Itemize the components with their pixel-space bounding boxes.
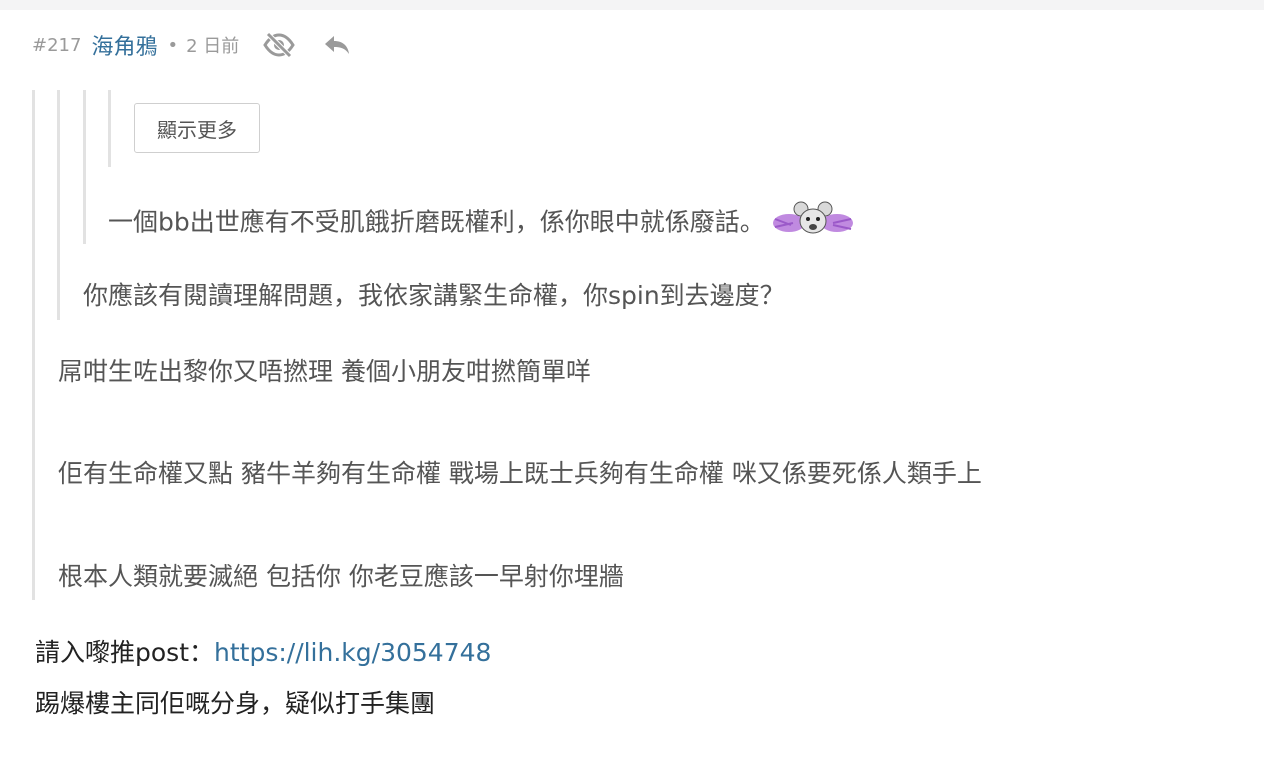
quote-border-level3: [83, 90, 86, 244]
post-header: #217 海角鴉 • 2 日前: [32, 28, 351, 62]
eye-slash-icon[interactable]: [263, 32, 296, 58]
top-strip: [0, 0, 1264, 10]
quote-level1-line-1: 屌咁生咗出黎你又唔撚理 養個小朋友咁撚簡單咩: [58, 357, 591, 386]
quote-level3-text: 一個bb出世應有不受肌餓折磨既權利，係你眼中就係廢話。: [108, 199, 855, 248]
quote-border-level4: [108, 90, 111, 167]
post-link[interactable]: https://lih.kg/3054748: [214, 638, 491, 667]
reply-icon[interactable]: [323, 33, 351, 57]
mouse-sticker-icon: [771, 199, 855, 248]
quote-level1-line-2: 佢有生命權又點 豬牛羊夠有生命權 戰場上既士兵夠有生命權 咪又係要死係人類手上: [58, 459, 982, 488]
quote-level2-text: 你應該有閱讀理解問題，我依家講緊生命權，你spin到去邊度？: [83, 281, 785, 310]
body-line-2: 踢爆樓主同佢嘅分身，疑似打手集團: [35, 689, 436, 718]
quote-level1-line-3: 根本人類就要滅絕 包括你 你老豆應該一早射你埋牆: [58, 562, 624, 591]
quote-border-level2: [57, 90, 60, 320]
body-line-1-prefix: 請入嚟推post：: [35, 638, 214, 667]
post-time: 2 日前: [186, 36, 240, 57]
body-line-1: 請入嚟推post：https://lih.kg/3054748: [35, 636, 491, 670]
separator-dot: •: [167, 34, 179, 56]
show-more-button[interactable]: 顯示更多: [134, 103, 260, 153]
post-number: #217: [32, 34, 82, 56]
quote-level3-content: 一個bb出世應有不受肌餓折磨既權利，係你眼中就係廢話。: [108, 207, 765, 237]
quote-border-level1: [32, 90, 35, 600]
username[interactable]: 海角鴉: [91, 29, 157, 61]
